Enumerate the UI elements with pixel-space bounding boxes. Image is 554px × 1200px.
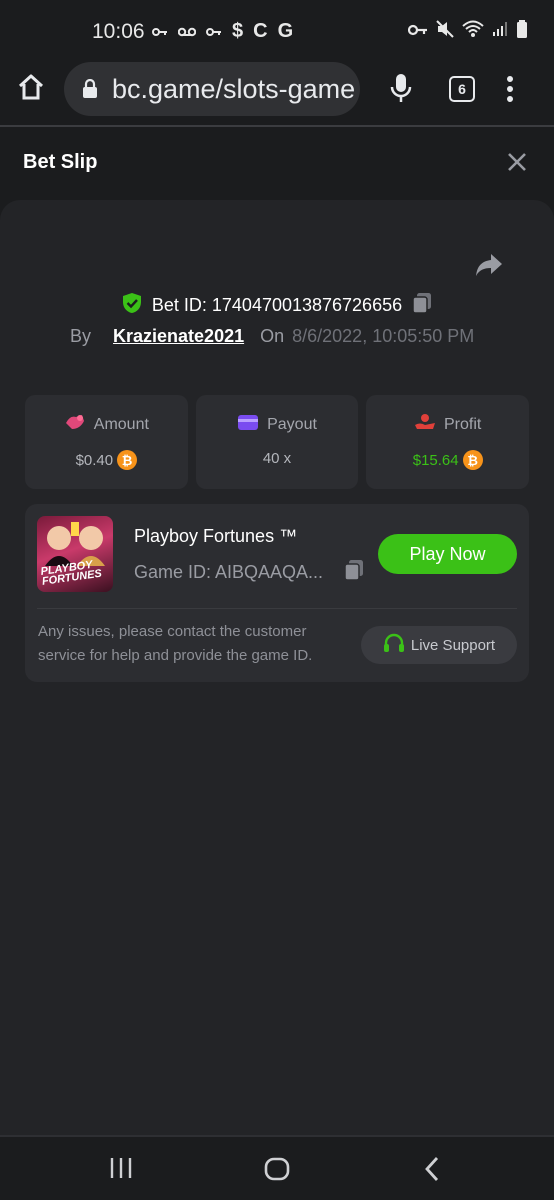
url-text: bc.game/slots-game — [112, 74, 356, 104]
signal-icon — [492, 21, 508, 42]
back-icon[interactable] — [422, 1155, 442, 1188]
bet-slip-header: Bet Slip — [0, 127, 554, 199]
vpn-key-icon — [407, 23, 428, 41]
headset-icon — [383, 632, 405, 658]
live-support-label: Live Support — [410, 636, 496, 654]
tab-switcher-button[interactable]: 6 — [449, 76, 475, 102]
payout-label: Payout — [267, 415, 317, 433]
payout-card: Payout 40 x — [195, 395, 359, 489]
game-id-row: Game ID: AIBQAAQA... — [134, 559, 364, 586]
bitcoin-icon: ₿ — [117, 450, 138, 470]
key-icon — [206, 20, 222, 43]
status-bar: 10:06 $ C G — [0, 0, 554, 62]
bet-stats: Amount $0.40 ₿ Payout 40 x Profit $15.64… — [25, 395, 530, 489]
by-label: By — [70, 326, 92, 346]
more-menu-icon[interactable] — [506, 74, 514, 109]
bet-meta-row: By Krazienate2021 On 8/6/2022, 10:05:50 … — [70, 326, 474, 347]
help-text: Any issues, please contact the customer … — [38, 623, 313, 664]
game-id: Game ID: AIBQAAQA... — [134, 562, 324, 582]
shield-check-icon — [122, 292, 142, 319]
status-time: 10:06 — [92, 20, 145, 43]
system-nav-bar — [0, 1135, 554, 1200]
wifi-icon — [462, 20, 484, 43]
bet-datetime: 8/6/2022, 10:05:50 PM — [292, 326, 475, 346]
bet-detail-panel: Bet ID: 1740470013876726656 By Krazienat… — [0, 200, 554, 1135]
bitcoin-icon: ₿ — [462, 450, 483, 470]
mute-icon — [436, 20, 454, 43]
username-link[interactable]: Krazienate2021 — [113, 326, 244, 347]
c-icon: C — [253, 20, 268, 42]
game-card: PLAYBOY FORTUNES Playboy Fortunes ™ Game… — [25, 504, 529, 682]
recent-apps-icon[interactable] — [108, 1155, 134, 1186]
wager-icon — [64, 413, 86, 436]
profit-label: Profit — [444, 415, 482, 433]
copy-icon[interactable] — [412, 292, 432, 319]
page-title: Bet Slip — [23, 151, 98, 173]
profit-card: Profit $15.64 ₿ — [366, 395, 530, 489]
close-icon[interactable] — [506, 151, 528, 178]
battery-icon — [516, 20, 528, 43]
share-icon[interactable] — [474, 252, 504, 283]
profit-icon — [414, 413, 436, 436]
notification-icons: $ C G — [152, 20, 293, 43]
lock-icon — [82, 78, 98, 104]
system-icons — [407, 20, 528, 43]
home-icon[interactable] — [16, 72, 50, 106]
card-divider — [37, 608, 517, 609]
live-support-button[interactable]: Live Support — [361, 626, 517, 664]
on-label: On — [260, 326, 285, 346]
bet-id: Bet ID: 1740470013876726656 — [151, 295, 403, 315]
g-icon: G — [277, 20, 294, 42]
browser-toolbar: bc.game/slots-game 6 — [0, 62, 554, 126]
bet-id-row: Bet ID: 1740470013876726656 — [0, 292, 554, 319]
profit-value: $15.64 — [412, 451, 459, 469]
game-thumbnail[interactable]: PLAYBOY FORTUNES — [37, 516, 113, 592]
microphone-icon[interactable] — [388, 72, 414, 109]
address-bar[interactable]: bc.game/slots-game — [64, 62, 360, 116]
copy-icon[interactable] — [344, 559, 364, 586]
payout-value: 40 x — [262, 450, 292, 467]
play-now-button[interactable]: Play Now — [378, 534, 517, 574]
key-icon — [152, 20, 168, 43]
home-nav-icon[interactable] — [263, 1155, 291, 1188]
voicemail-icon — [177, 20, 197, 43]
amount-label: Amount — [93, 415, 149, 433]
game-name: Playboy Fortunes ™ — [134, 526, 298, 546]
wallet-icon — [237, 413, 259, 436]
amount-value: $0.40 — [75, 451, 114, 469]
dollar-icon: $ — [232, 20, 244, 42]
amount-card: Amount $0.40 ₿ — [25, 395, 188, 489]
